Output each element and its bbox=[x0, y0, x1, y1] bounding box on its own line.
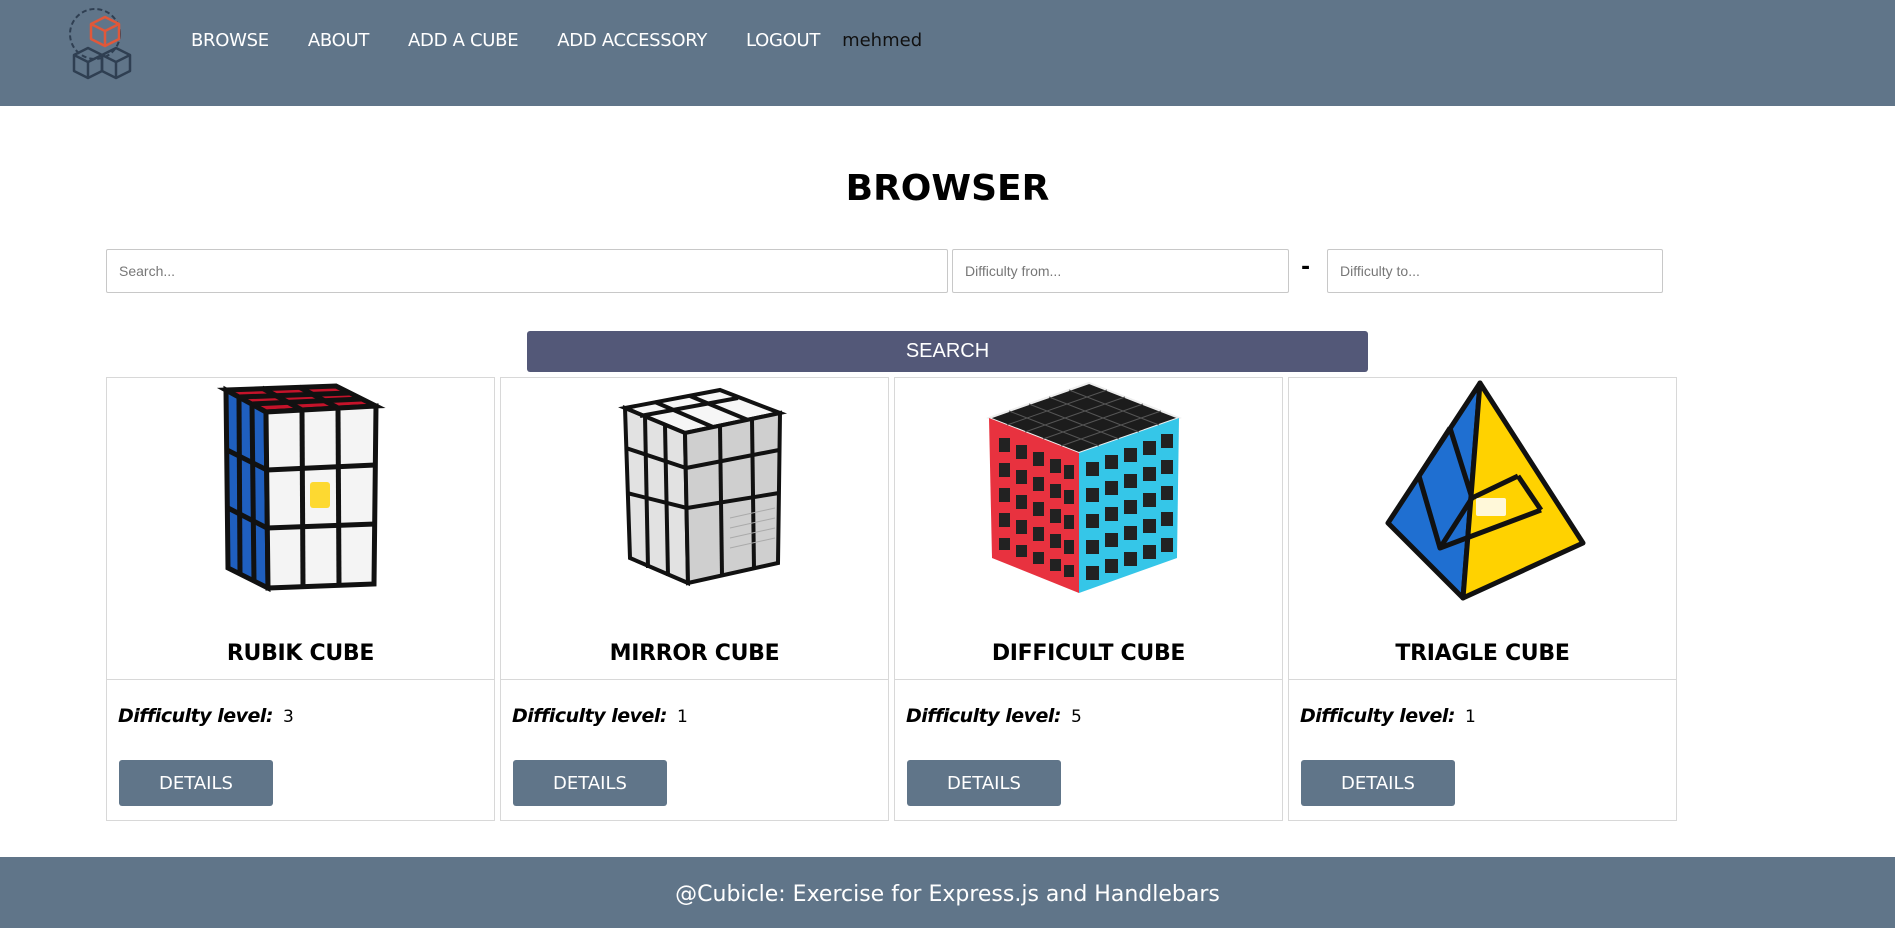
difficulty-value: 1 bbox=[677, 707, 688, 727]
nav-add-cube[interactable]: ADD A CUBE bbox=[408, 30, 519, 51]
details-button[interactable]: DETAILS bbox=[119, 760, 273, 806]
card-title: DIFFICULT CUBE bbox=[991, 641, 1186, 666]
difficulty-value: 3 bbox=[283, 707, 294, 727]
difficulty-row: Difficulty level: 1 bbox=[512, 705, 688, 727]
difficulty-to-input[interactable] bbox=[1327, 249, 1663, 293]
card-title: RUBIK CUBE bbox=[226, 641, 375, 666]
range-separator: - bbox=[1301, 255, 1311, 280]
search-button[interactable]: SEARCH bbox=[527, 331, 1368, 372]
card-image bbox=[895, 378, 1282, 608]
difficulty-label: Difficulty level: bbox=[118, 705, 274, 727]
card-title: MIRROR CUBE bbox=[609, 641, 780, 666]
details-button[interactable]: DETAILS bbox=[1301, 760, 1455, 806]
difficulty-row: Difficulty level: 5 bbox=[906, 705, 1082, 727]
difficulty-row: Difficulty level: 1 bbox=[1300, 705, 1476, 727]
search-input[interactable] bbox=[106, 249, 948, 293]
main-nav: BROWSE ABOUT ADD A CUBE ADD ACCESSORY LO… bbox=[191, 30, 922, 51]
nav-about[interactable]: ABOUT bbox=[308, 30, 369, 51]
details-button[interactable]: DETAILS bbox=[513, 760, 667, 806]
pyramid-cube-image bbox=[1385, 380, 1585, 601]
card-image bbox=[107, 378, 494, 608]
card-divider bbox=[501, 679, 888, 680]
difficult-cube-image bbox=[985, 381, 1182, 593]
nav-browse[interactable]: BROWSE bbox=[191, 30, 269, 51]
footer-text: @Cubicle: Exercise for Express.js and Ha… bbox=[675, 882, 1220, 907]
rubik-cube-image bbox=[216, 383, 386, 593]
nav-add-accessory[interactable]: ADD ACCESSORY bbox=[557, 30, 707, 51]
cubes-logo-icon[interactable] bbox=[68, 2, 144, 84]
cube-card: MIRROR CUBE Difficulty level: 1 DETAILS bbox=[500, 377, 889, 821]
difficulty-label: Difficulty level: bbox=[1300, 705, 1456, 727]
card-title: TRIAGLE CUBE bbox=[1395, 641, 1570, 666]
cube-card: DIFFICULT CUBE Difficulty level: 5 DETAIL… bbox=[894, 377, 1283, 821]
difficulty-label: Difficulty level: bbox=[512, 705, 668, 727]
details-button[interactable]: DETAILS bbox=[907, 760, 1061, 806]
nav-logout[interactable]: LOGOUT bbox=[746, 30, 820, 51]
footer: @Cubicle: Exercise for Express.js and Ha… bbox=[0, 857, 1895, 928]
card-divider bbox=[1289, 679, 1676, 680]
card-divider bbox=[895, 679, 1282, 680]
difficulty-from-input[interactable] bbox=[952, 249, 1289, 293]
card-divider bbox=[107, 679, 494, 680]
username: mehmed bbox=[842, 30, 923, 51]
difficulty-value: 5 bbox=[1071, 707, 1082, 727]
difficulty-label: Difficulty level: bbox=[906, 705, 1062, 727]
cube-card: RUBIK CUBE Difficulty level: 3 DETAILS bbox=[106, 377, 495, 821]
header: BROWSE ABOUT ADD A CUBE ADD ACCESSORY LO… bbox=[0, 0, 1895, 106]
difficulty-row: Difficulty level: 3 bbox=[118, 705, 294, 727]
page-title: BROWSER bbox=[845, 168, 1050, 209]
card-image bbox=[1289, 378, 1676, 608]
card-image bbox=[501, 378, 888, 608]
mirror-cube-image bbox=[617, 387, 787, 587]
cube-card: TRIAGLE CUBE Difficulty level: 1 DETAILS bbox=[1288, 377, 1677, 821]
difficulty-value: 1 bbox=[1465, 707, 1476, 727]
